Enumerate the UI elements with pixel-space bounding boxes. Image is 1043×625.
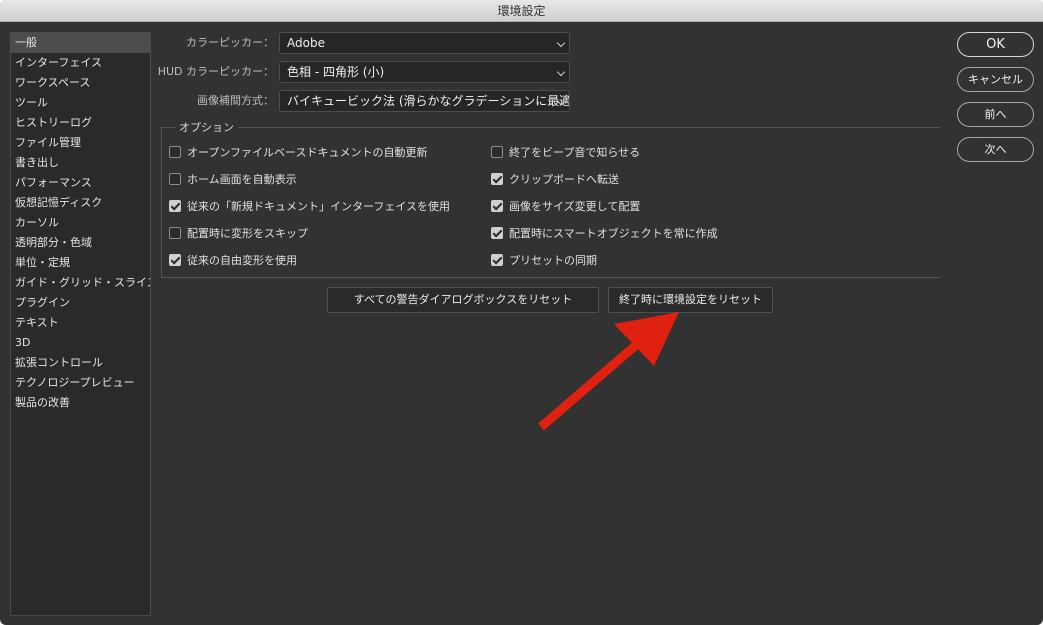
interpolation-value: バイキュービック法 (滑らかなグラデーションに最適) bbox=[287, 94, 570, 108]
color-picker-label: カラーピッカー： bbox=[186, 36, 274, 49]
checkbox[interactable] bbox=[169, 146, 181, 158]
checkbox[interactable] bbox=[169, 200, 181, 212]
option-export-clipboard[interactable]: クリップボードへ転送 bbox=[491, 171, 619, 187]
hud-color-picker-value: 色相 - 四角形 (小) bbox=[287, 65, 385, 79]
option-label: クリップボードへ転送 bbox=[509, 173, 619, 186]
option-auto-update-open-docs[interactable]: オープンファイルベースドキュメントの自動更新 bbox=[169, 144, 427, 160]
color-picker-value: Adobe bbox=[287, 36, 325, 50]
interpolation-select[interactable]: バイキュービック法 (滑らかなグラデーションに最適) bbox=[279, 90, 570, 112]
color-picker-select[interactable]: Adobe bbox=[279, 32, 570, 54]
checkbox[interactable] bbox=[169, 173, 181, 185]
chevron-down-icon bbox=[556, 38, 566, 48]
next-button[interactable]: 次へ bbox=[957, 137, 1034, 162]
option-legacy-new-document[interactable]: 従来の「新規ドキュメント」インターフェイスを使用 bbox=[169, 198, 450, 214]
option-legacy-free-transform[interactable]: 従来の自由変形を使用 bbox=[169, 252, 297, 268]
prev-button[interactable]: 前へ bbox=[957, 102, 1034, 127]
sidebar-item-performance[interactable]: パフォーマンス bbox=[11, 173, 150, 193]
arrow-shaft bbox=[538, 341, 639, 431]
ok-button[interactable]: OK bbox=[957, 32, 1034, 57]
arrow-head bbox=[614, 312, 679, 366]
preferences-window: 環境設定 一般 インターフェイス ワークスペース ツール ヒストリーログ ファイ… bbox=[0, 0, 1043, 625]
sidebar-item-3d[interactable]: 3D bbox=[11, 333, 150, 353]
options-title: オプション bbox=[175, 119, 238, 135]
sidebar-item-cursors[interactable]: カーソル bbox=[11, 213, 150, 233]
checkbox[interactable] bbox=[491, 173, 503, 185]
sidebar-item-scratch-disks[interactable]: 仮想記憶ディスク bbox=[11, 193, 150, 213]
option-label: ホーム画面を自動表示 bbox=[187, 173, 297, 186]
option-beep-when-done[interactable]: 終了をビープ音で知らせる bbox=[491, 144, 640, 160]
reset-all-warnings-button[interactable]: すべての警告ダイアログボックスをリセット bbox=[327, 287, 599, 313]
window-title: 環境設定 bbox=[0, 0, 1043, 22]
sidebar-item-file-handling[interactable]: ファイル管理 bbox=[11, 133, 150, 153]
checkbox[interactable] bbox=[169, 254, 181, 266]
sidebar-item-technology-previews[interactable]: テクノロジープレビュー bbox=[11, 373, 150, 393]
sidebar-item-guides-grid-slices[interactable]: ガイド・グリッド・スライス bbox=[11, 273, 150, 293]
cancel-button[interactable]: キャンセル bbox=[957, 67, 1034, 92]
chevron-down-icon bbox=[556, 67, 566, 77]
checkbox[interactable] bbox=[491, 254, 503, 266]
option-label: 従来の「新規ドキュメント」インターフェイスを使用 bbox=[187, 200, 451, 213]
checkbox[interactable] bbox=[491, 146, 503, 158]
option-label: 従来の自由変形を使用 bbox=[187, 254, 297, 267]
option-label: 画像をサイズ変更して配置 bbox=[509, 200, 641, 213]
checkbox[interactable] bbox=[169, 227, 181, 239]
sidebar-item-type[interactable]: テキスト bbox=[11, 313, 150, 333]
sidebar-item-transparency-gamut[interactable]: 透明部分・色域 bbox=[11, 233, 150, 253]
interpolation-label: 画像補間方式： bbox=[197, 94, 274, 107]
option-label: 配置時に変形をスキップ bbox=[187, 227, 308, 240]
option-skip-transform-on-place[interactable]: 配置時に変形をスキップ bbox=[169, 225, 308, 241]
option-label: 終了をビープ音で知らせる bbox=[509, 146, 641, 159]
option-label: プリセットの同期 bbox=[509, 254, 597, 267]
reset-preferences-on-quit-button[interactable]: 終了時に環境設定をリセット bbox=[608, 287, 773, 313]
option-auto-show-home[interactable]: ホーム画面を自動表示 bbox=[169, 171, 297, 187]
option-label: オープンファイルベースドキュメントの自動更新 bbox=[187, 146, 428, 159]
sidebar-item-units-rulers[interactable]: 単位・定規 bbox=[11, 253, 150, 273]
hud-color-picker-label: HUD カラーピッカー： bbox=[157, 65, 274, 78]
sidebar-item-export[interactable]: 書き出し bbox=[11, 153, 150, 173]
option-always-create-smart-objects[interactable]: 配置時にスマートオブジェクトを常に作成 bbox=[491, 225, 718, 241]
checkbox[interactable] bbox=[491, 200, 503, 212]
hud-color-picker-select[interactable]: 色相 - 四角形 (小) bbox=[279, 61, 570, 83]
option-label: 配置時にスマートオブジェクトを常に作成 bbox=[509, 227, 718, 240]
option-sync-presets[interactable]: プリセットの同期 bbox=[491, 252, 597, 268]
checkbox[interactable] bbox=[491, 227, 503, 239]
category-sidebar: 一般 インターフェイス ワークスペース ツール ヒストリーログ ファイル管理 書… bbox=[10, 32, 151, 616]
option-resize-image-on-place[interactable]: 画像をサイズ変更して配置 bbox=[491, 198, 640, 214]
sidebar-item-history-log[interactable]: ヒストリーログ bbox=[11, 113, 150, 133]
sidebar-item-product-improvement[interactable]: 製品の改善 bbox=[11, 393, 150, 413]
sidebar-item-enhanced-controls[interactable]: 拡張コントロール bbox=[11, 353, 150, 373]
sidebar-item-plugins[interactable]: プラグイン bbox=[11, 293, 150, 313]
